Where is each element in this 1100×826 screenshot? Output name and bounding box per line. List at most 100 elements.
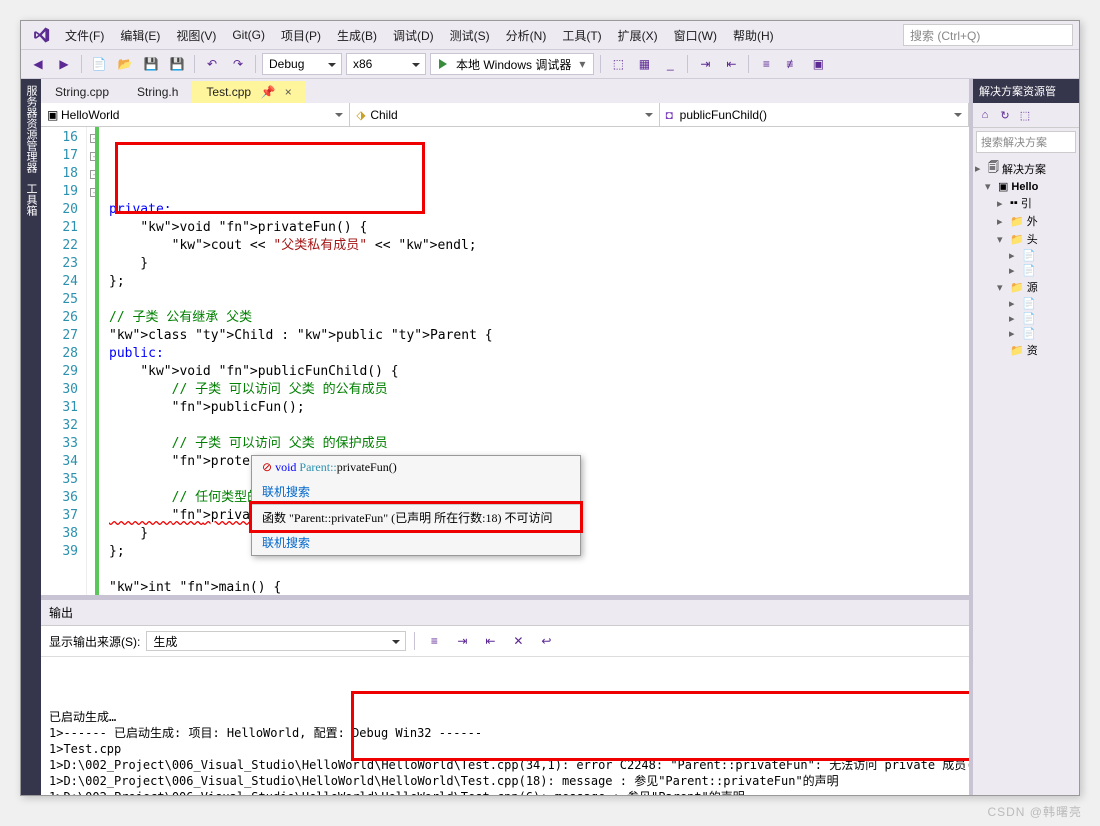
se-node[interactable]: ▸📁 外 (975, 212, 1077, 230)
menu-tools[interactable]: 工具(T) (556, 23, 607, 48)
tooltip-search-link-2[interactable]: 联机搜索 (252, 530, 580, 555)
se-node[interactable]: ▾📁 源 (975, 278, 1077, 296)
output-tool-icon[interactable]: ⇤ (479, 630, 501, 652)
nav-member-combo[interactable]: ◘ publicFunChild() (660, 103, 969, 126)
menu-build[interactable]: 生成(B) (331, 23, 383, 48)
toolbar: ◀ ▶ 📄 📂 💾 💾 ↶ ↷ Debug x86 本地 Windows 调试器… (21, 49, 1079, 79)
nav-class-value: Child (370, 108, 397, 122)
undo-icon[interactable]: ↶ (201, 53, 223, 75)
rail-toolbox[interactable]: 工具箱 (23, 183, 39, 216)
output-clear-icon[interactable]: ✕ (507, 630, 529, 652)
line-gutter: 1617181920212223242526272829303132333435… (41, 127, 87, 595)
nav-class-combo[interactable]: ⬗ Child (350, 103, 659, 126)
se-node-label: 头 (1027, 231, 1038, 247)
separator (414, 632, 415, 650)
menu-debug[interactable]: 调试(D) (387, 23, 440, 48)
error-tooltip: ⊘ void Parent::privateFun() 联机搜索 函数 "Par… (251, 455, 581, 556)
menu-help[interactable]: 帮助(H) (727, 23, 780, 48)
new-file-icon[interactable]: 📄 (88, 53, 110, 75)
bookmark-icon[interactable]: ▣ (807, 53, 829, 75)
tool-icon[interactable]: ▦ (633, 53, 655, 75)
tab-string-cpp[interactable]: String.cpp (41, 81, 123, 103)
tooltip-signature: ⊘ void Parent::privateFun() (252, 456, 580, 479)
menu-test[interactable]: 测试(S) (444, 23, 496, 48)
output-toolbar: 显示输出来源(S): 生成 ≡ ⇥ ⇤ ✕ ↩ (41, 626, 969, 657)
pin-icon[interactable]: 📌 (260, 85, 275, 99)
left-rail: 服务器资源管理器 工具箱 (21, 79, 41, 795)
run-button[interactable]: 本地 Windows 调试器 ▾ (430, 53, 594, 75)
se-file[interactable]: ▸📄 (975, 296, 1077, 311)
se-file[interactable]: ▸📄 (975, 248, 1077, 263)
search-placeholder: 搜索 (Ctrl+Q) (910, 27, 980, 44)
se-tool-icon[interactable]: ⬚ (1016, 106, 1034, 124)
output-source-combo[interactable]: 生成 (146, 631, 406, 651)
se-project[interactable]: ▾▣ Hello (975, 179, 1077, 194)
se-node-label: 引 (1021, 195, 1032, 211)
search-input[interactable]: 搜索 (Ctrl+Q) (903, 24, 1073, 46)
editor-tabs: String.cpp String.h Test.cpp 📌 × (41, 79, 969, 103)
output-wrap-icon[interactable]: ↩ (535, 630, 557, 652)
output-body[interactable]: 已启动生成…1>------ 已启动生成: 项目: HelloWorld, 配置… (41, 657, 969, 795)
output-panel: 输出 显示输出来源(S): 生成 ≡ ⇥ ⇤ ✕ ↩ 已启动生成…1>-----… (41, 595, 969, 795)
code-editor[interactable]: 1617181920212223242526272829303132333435… (41, 127, 969, 595)
play-icon (439, 59, 452, 69)
sig-keyword: void (275, 460, 296, 474)
menu-project[interactable]: 项目(P) (275, 23, 327, 48)
sig-type: Parent:: (299, 460, 336, 474)
tab-test-cpp[interactable]: Test.cpp 📌 × (192, 81, 305, 103)
nav-scope-value: HelloWorld (61, 108, 119, 122)
se-node-label: 资 (1027, 342, 1038, 358)
menu-edit[interactable]: 编辑(E) (114, 23, 166, 48)
watermark: CSDN @韩曙亮 (987, 803, 1082, 820)
menu-extensions[interactable]: 扩展(X) (612, 23, 664, 48)
tool-icon[interactable]: ⬚ (607, 53, 629, 75)
uncomment-icon[interactable]: ≢ (781, 53, 803, 75)
open-icon[interactable]: 📂 (114, 53, 136, 75)
se-node[interactable]: ▾📁 头 (975, 230, 1077, 248)
outdent-icon[interactable]: ⇤ (720, 53, 742, 75)
comment-icon[interactable]: ≡ (755, 53, 777, 75)
chevron-down-icon: ▾ (579, 57, 585, 71)
output-tool-icon[interactable]: ≡ (423, 630, 445, 652)
se-node[interactable]: ▸▪▪ 引 (975, 194, 1077, 212)
separator (194, 55, 195, 73)
nav-back-icon[interactable]: ◀ (27, 53, 49, 75)
rail-server-explorer[interactable]: 服务器资源管理器 (23, 85, 39, 173)
se-node[interactable]: 📁 资 (975, 341, 1077, 359)
output-src-label: 显示输出来源(S): (49, 633, 140, 650)
menu-git[interactable]: Git(G) (226, 24, 271, 46)
tool-icon[interactable]: _ (659, 53, 681, 75)
indent-icon[interactable]: ⇥ (694, 53, 716, 75)
nav-fwd-icon[interactable]: ▶ (53, 53, 75, 75)
se-home-icon[interactable]: ⌂ (976, 106, 994, 124)
se-title: 解决方案资源管 (973, 79, 1079, 103)
tab-label: String.h (137, 85, 178, 99)
se-tree[interactable]: ▸🗐 解决方案 ▾▣ Hello ▸▪▪ 引 ▸📁 外 ▾📁 头 ▸📄 ▸📄 ▾… (973, 156, 1079, 795)
se-file[interactable]: ▸📄 (975, 263, 1077, 278)
nav-member-value: publicFunChild() (680, 108, 767, 122)
save-all-icon[interactable]: 💾 (166, 53, 188, 75)
output-src-value: 生成 (153, 633, 177, 650)
se-refresh-icon[interactable]: ↻ (996, 106, 1014, 124)
output-tool-icon[interactable]: ⇥ (451, 630, 473, 652)
redo-icon[interactable]: ↷ (227, 53, 249, 75)
close-icon[interactable]: × (285, 85, 292, 99)
menu-window[interactable]: 窗口(W) (668, 23, 723, 48)
menu-analyze[interactable]: 分析(N) (500, 23, 553, 48)
se-file[interactable]: ▸📄 (975, 326, 1077, 341)
config-combo[interactable]: Debug (262, 53, 342, 75)
tooltip-search-link[interactable]: 联机搜索 (252, 479, 580, 504)
platform-value: x86 (353, 57, 372, 71)
menu-file[interactable]: 文件(F) (59, 23, 110, 48)
platform-combo[interactable]: x86 (346, 53, 426, 75)
se-search-input[interactable]: 搜索解决方案 (976, 131, 1076, 153)
nav-scope-combo[interactable]: ▣ HelloWorld (41, 103, 350, 126)
se-root[interactable]: ▸🗐 解决方案 (975, 158, 1077, 179)
solution-explorer: 解决方案资源管 ⌂ ↻ ⬚ 搜索解决方案 ▸🗐 解决方案 ▾▣ Hello ▸▪… (969, 79, 1079, 795)
save-icon[interactable]: 💾 (140, 53, 162, 75)
se-file[interactable]: ▸📄 (975, 311, 1077, 326)
menu-view[interactable]: 视图(V) (170, 23, 222, 48)
tab-string-h[interactable]: String.h (123, 81, 192, 103)
se-project-label: Hello (1011, 181, 1038, 193)
separator (687, 55, 688, 73)
